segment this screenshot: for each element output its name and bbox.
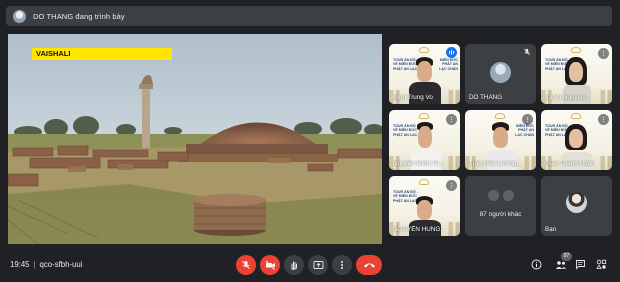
others-count-label: 87 người khác <box>479 211 522 218</box>
videocam-off-icon <box>265 260 275 270</box>
separator: | <box>33 260 36 269</box>
top-bar: DO THANG đang trình bày <box>0 0 620 32</box>
presenter-label: DO THANG đang trình bày <box>33 11 125 21</box>
participant-tile-1[interactable]: TOUR ẢN ĐỘ - VỀ MIỀN ĐỨC PHẬT AN LẠC MIỀ… <box>389 44 460 104</box>
chat-icon <box>576 260 585 270</box>
slide-title-banner: VAISHALI <box>32 48 172 60</box>
people-icon <box>555 260 566 269</box>
mic-off-icon <box>523 48 531 56</box>
bottom-control-bar: 19:45 | qco-sfbh-uui 97 <box>0 250 620 282</box>
participant-tile-self[interactable]: Bạn <box>541 176 612 236</box>
meeting-code: qco-sfbh-uui <box>39 260 83 269</box>
participant-avatar <box>490 62 511 83</box>
participant-name: Nguyễn Minh Tri... <box>393 160 445 167</box>
presenter-avatar <box>13 9 26 23</box>
people-button[interactable]: 97 <box>554 252 572 271</box>
participant-name: Đinh Trung Vo <box>393 94 433 101</box>
participant-tile-7[interactable]: TOUR ẢN ĐỘ - VỀ MIỀN ĐỨC PHẬT AN LẠC NGU… <box>389 176 460 236</box>
mic-off-icon <box>242 260 250 270</box>
participant-name: DO THANG <box>469 94 503 101</box>
call-end-icon <box>363 263 375 268</box>
participant-tile-3[interactable]: TOUR ẢN ĐỘ - VỀ MIỀN ĐỨC PHẬT AN LẠC 33.… <box>541 44 612 104</box>
others-avatar-icon <box>487 189 500 202</box>
more-vert-icon[interactable] <box>522 114 533 125</box>
raise-hand-button[interactable] <box>284 255 304 275</box>
more-vert-icon[interactable] <box>446 114 457 125</box>
participant-tile-2[interactable]: DO THANG <box>465 44 536 104</box>
people-count-badge: 97 <box>561 252 572 261</box>
more-vert-icon[interactable] <box>598 114 609 125</box>
activities-button[interactable] <box>595 258 608 271</box>
present-to-all-icon <box>313 261 323 269</box>
more-vert-icon <box>341 261 343 269</box>
slide-photo <box>8 34 382 244</box>
others-group: 87 người khác <box>465 176 536 236</box>
more-options-button[interactable] <box>332 255 352 275</box>
presentation-stage[interactable]: VAISHALI <box>8 34 382 244</box>
mic-toggle-button[interactable] <box>236 255 256 275</box>
present-button[interactable] <box>308 255 328 275</box>
activities-icon <box>596 259 607 270</box>
participant-name: Bạn <box>545 226 557 233</box>
participant-name: Giáo Thanh Ngân <box>545 160 595 167</box>
self-avatar <box>566 192 587 213</box>
more-vert-icon[interactable] <box>446 180 457 191</box>
meeting-details-button[interactable] <box>530 258 543 271</box>
participant-tile-4[interactable]: TOUR ẢN ĐỘ - VỀ MIỀN ĐỨC PHẬT AN LẠC Ngu… <box>389 110 460 170</box>
more-vert-icon[interactable] <box>598 48 609 59</box>
meeting-info: 19:45 | qco-sfbh-uui <box>10 260 82 269</box>
participant-name: NGUYỄN HÙNG... <box>393 226 446 233</box>
others-avatars <box>487 189 515 203</box>
participant-tile-6[interactable]: TOUR ẢN ĐỘ - VỀ MIỀN ĐỨC PHẬT AN LẠC Giá… <box>541 110 612 170</box>
others-avatar-icon <box>502 189 515 202</box>
presenter-chip[interactable]: DO THANG đang trình bày <box>6 6 612 26</box>
speaking-indicator-icon <box>446 47 457 58</box>
clock-time: 19:45 <box>10 260 30 269</box>
hand-icon <box>291 261 297 270</box>
participant-tile-others[interactable]: 87 người khác <box>465 176 536 236</box>
chat-button[interactable] <box>574 258 587 271</box>
camera-toggle-button[interactable] <box>260 255 280 275</box>
participant-name: Trần Hữu Lương... <box>469 160 522 167</box>
participant-name: 33.Vu Nguyen... <box>545 94 590 101</box>
participant-tile-5[interactable]: MIỀN ĐỨC PHẬT AN LẠC CHÂN Trần Hữu Lương… <box>465 110 536 170</box>
info-icon <box>531 259 542 270</box>
leave-call-button[interactable] <box>356 255 382 275</box>
